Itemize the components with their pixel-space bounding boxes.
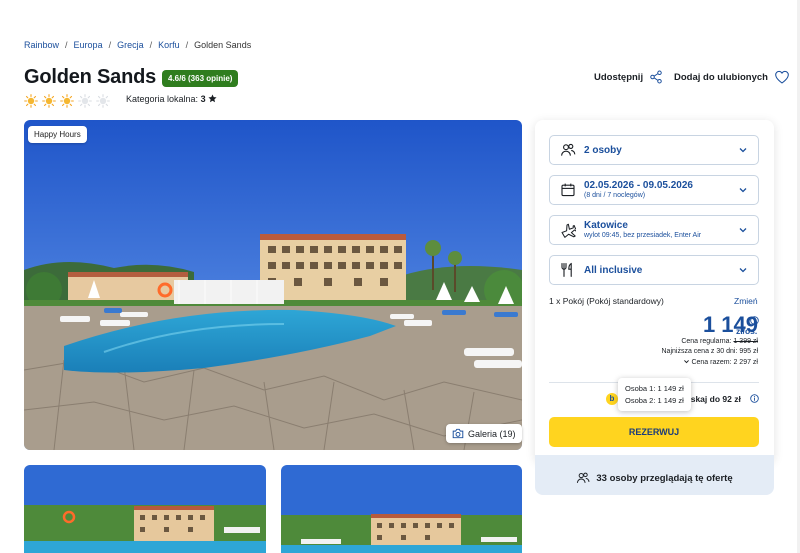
chevron-down-icon <box>739 228 747 233</box>
lowest-price-30-days: Najniższa cena z 30 dni: 995 zł <box>661 348 759 355</box>
sun-icon-filled <box>60 94 74 108</box>
price-unit: zł/os. <box>736 326 758 336</box>
reserve-button[interactable]: REZERWUJ <box>549 417 759 447</box>
total-price-label: Cena razem: 2 297 zł <box>691 359 758 366</box>
hotel-main-photo[interactable] <box>24 120 522 450</box>
dates-subtext: (8 dni / 7 noclegów) <box>584 191 646 199</box>
calendar-icon <box>561 183 575 197</box>
breadcrumb-current: Golden Sands <box>194 40 252 50</box>
favorite-button[interactable]: Dodaj do ulubionych <box>674 70 790 84</box>
breadcrumb-separator: / <box>185 40 189 50</box>
tooltip-person-2: Osoba 2: 1 149 zł <box>625 395 684 405</box>
dates-text: 02.05.2026 - 09.05.2026 (8 dni / 7 nocle… <box>584 180 693 200</box>
regular-price: Cena regularna: 1 399 zł <box>681 338 758 345</box>
cutlery-icon <box>561 262 572 277</box>
dates-value: 02.05.2026 - 09.05.2026 <box>584 180 693 192</box>
sun-icon-empty <box>96 94 110 108</box>
sun-icon-filled <box>42 94 56 108</box>
breadcrumb-link-rainbow[interactable]: Rainbow <box>24 40 59 50</box>
camera-icon <box>452 428 464 439</box>
price-breakdown-tooltip: Osoba 1: 1 149 zł Osoba 2: 1 149 zł <box>618 378 691 412</box>
gallery-button[interactable]: Galeria (19) <box>446 424 522 443</box>
chevron-down-icon <box>739 148 747 153</box>
departure-value: Katowice <box>584 220 628 232</box>
thumbnail-illustration <box>24 465 266 553</box>
breadcrumb-link-europa[interactable]: Europa <box>74 40 103 50</box>
chevron-down-icon <box>739 188 747 193</box>
breadcrumb-separator: / <box>108 40 112 50</box>
breadcrumb-separator: / <box>149 40 153 50</box>
breadcrumb-link-korfu[interactable]: Korfu <box>158 40 180 50</box>
change-room-link[interactable]: Zmień <box>734 296 758 306</box>
room-info: 1 x Pokój (Pokój standardowy) <box>549 296 664 306</box>
happy-hours-badge: Happy Hours <box>28 126 87 143</box>
favorite-label: Dodaj do ulubionych <box>674 71 768 83</box>
persons-value: 2 osoby <box>584 144 622 156</box>
breadcrumb: Rainbow / Europa / Grecja / Korfu / Gold… <box>24 40 251 50</box>
regular-price-value: 1 399 zł <box>733 338 758 345</box>
departure-text: Katowice wylot 09:45, bez przesiadek, En… <box>584 220 701 240</box>
offer-page: Rainbow / Europa / Grecja / Korfu / Gold… <box>0 0 800 553</box>
board-select[interactable]: All inclusive <box>549 255 759 285</box>
thumbnail-illustration <box>281 465 522 553</box>
category-value: 3 <box>200 94 206 104</box>
viewers-notice: 33 osoby przeglądają tę ofertę <box>535 455 774 495</box>
info-icon[interactable] <box>750 316 759 325</box>
pool-photo-illustration <box>24 120 522 450</box>
total-price: Cena razem: 2 297 zł <box>683 358 758 366</box>
sun-rating <box>24 94 110 108</box>
hotel-thumbnail-2[interactable] <box>281 465 522 553</box>
bonus-text: yskaj do 92 zł <box>686 394 741 404</box>
rating-badge[interactable]: 4.6/6 (363 opinie) <box>162 70 239 87</box>
tooltip-person-1: Osoba 1: 1 149 zł <box>625 384 684 393</box>
regular-price-label: Cena regularna: <box>681 338 732 345</box>
chevron-down-icon <box>739 268 747 273</box>
bonus-logo-icon: b <box>606 393 618 405</box>
sun-icon-empty <box>78 94 92 108</box>
hotel-thumbnail-1[interactable] <box>24 465 266 553</box>
departure-select[interactable]: Katowice wylot 09:45, bez przesiadek, En… <box>549 215 759 245</box>
departure-subtext: wylot 09:45, bez przesiadek, Enter Air <box>584 231 702 239</box>
viewers-text: 33 osoby przeglądają tę ofertę <box>596 472 733 484</box>
board-value: All inclusive <box>584 264 643 276</box>
breadcrumb-link-grecja[interactable]: Grecja <box>117 40 144 50</box>
share-icon <box>650 70 662 84</box>
info-icon[interactable] <box>750 394 759 403</box>
people-icon <box>561 143 576 156</box>
local-category: Kategoria lokalna: 3 <box>126 94 217 104</box>
star-icon <box>208 94 217 103</box>
dates-select[interactable]: 02.05.2026 - 09.05.2026 (8 dni / 7 nocle… <box>549 175 759 205</box>
persons-select[interactable]: 2 osoby <box>549 135 759 165</box>
people-icon <box>577 472 590 483</box>
heart-icon <box>775 70 789 84</box>
share-label: Udostępnij <box>594 71 644 83</box>
sun-icon-filled <box>24 94 38 108</box>
share-button[interactable]: Udostępnij <box>594 70 663 84</box>
hotel-title: Golden Sands <box>24 66 157 88</box>
category-label: Kategoria lokalna: <box>126 94 199 104</box>
gallery-label: Galeria (19) <box>468 428 516 439</box>
airplane-icon <box>561 223 576 238</box>
chevron-down-icon[interactable] <box>683 358 690 365</box>
breadcrumb-separator: / <box>65 40 68 50</box>
